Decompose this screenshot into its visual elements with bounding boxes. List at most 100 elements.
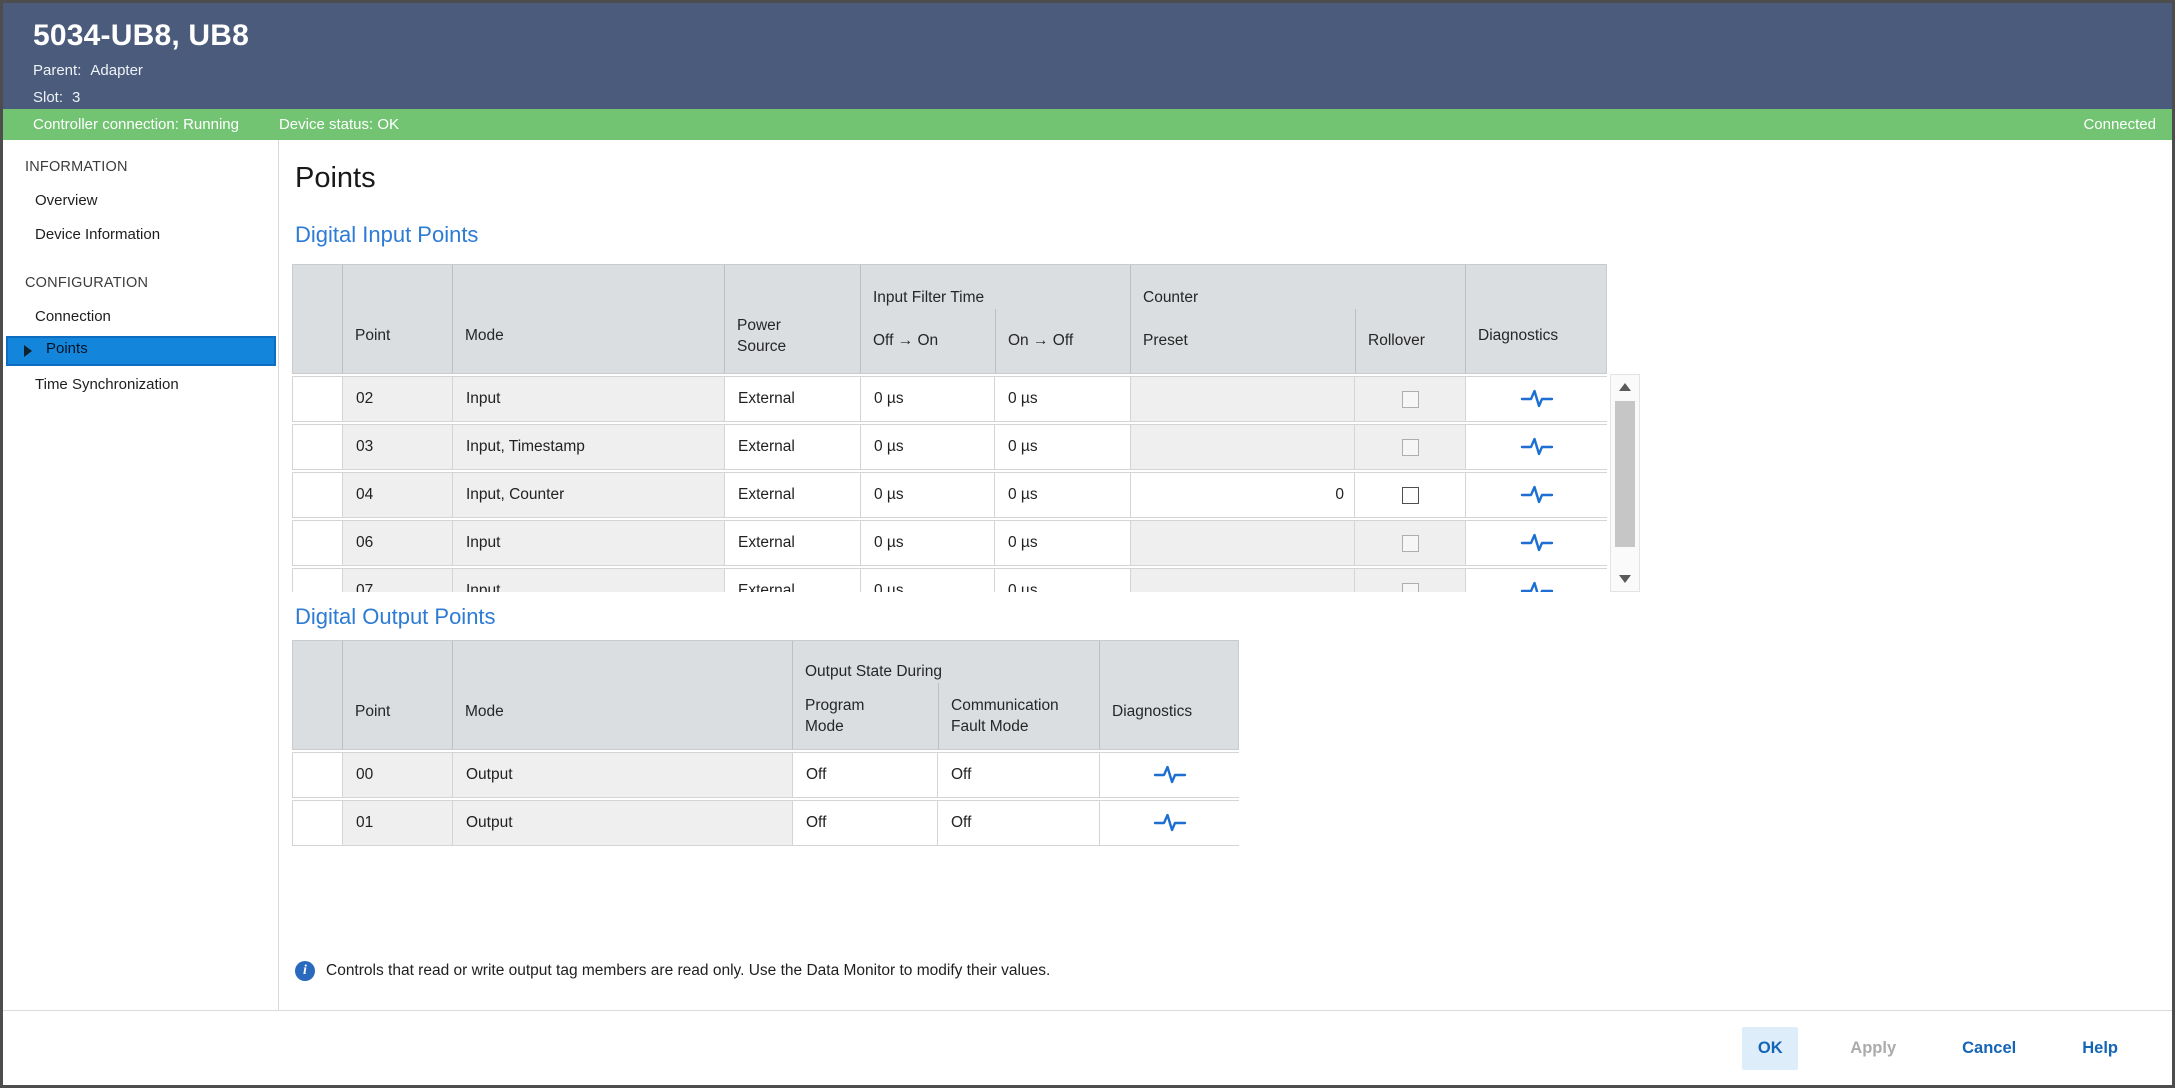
cell-diagnostics[interactable]	[1465, 377, 1607, 421]
cancel-button[interactable]: Cancel	[1948, 1027, 2030, 1070]
rollover-checkbox[interactable]	[1402, 487, 1419, 504]
input-row-02: 02InputExternal0 µs0 µs	[292, 376, 1607, 422]
page-title: Points	[295, 158, 2172, 198]
output-header-program-mode: Program Mode	[793, 683, 938, 749]
cell-preset	[1130, 377, 1354, 421]
input-header-rollover: Rollover	[1355, 309, 1466, 373]
parent-line: Parent: Adapter	[33, 59, 2172, 82]
cell-filter-off-on[interactable]: 0 µs	[860, 521, 994, 565]
info-icon: i	[295, 961, 315, 981]
diagnostics-pulse-icon[interactable]	[1520, 531, 1554, 555]
cell-power-source[interactable]: External	[724, 425, 860, 469]
cell-mode: Input, Timestamp	[452, 425, 724, 469]
input-header-diagnostics: Diagnostics	[1466, 265, 1608, 373]
input-table-scrollbar[interactable]	[1610, 374, 1640, 592]
cell-power-source[interactable]: External	[724, 521, 860, 565]
diagnostics-pulse-icon[interactable]	[1520, 579, 1554, 592]
cell-filter-on-off[interactable]: 0 µs	[994, 521, 1130, 565]
cell-preset[interactable]: 0	[1130, 473, 1354, 517]
cell-comm-fault-mode[interactable]: Off	[937, 801, 1099, 845]
help-button[interactable]: Help	[2068, 1027, 2132, 1070]
input-table-header: Point Mode Power Source Input Filter Tim…	[292, 264, 1607, 374]
cell-power-source[interactable]: External	[724, 473, 860, 517]
diagnostics-pulse-icon[interactable]	[1153, 811, 1187, 835]
note-text: Controls that read or write output tag m…	[326, 962, 1050, 980]
scroll-down-icon	[1619, 575, 1631, 583]
cell-diagnostics[interactable]	[1099, 753, 1239, 797]
slot-line: Slot:3	[33, 86, 2172, 109]
cell-diagnostics[interactable]	[1099, 801, 1239, 845]
cell-diagnostics[interactable]	[1465, 521, 1607, 565]
parent-label: Parent:	[33, 62, 81, 79]
cell-point: 04	[342, 473, 452, 517]
connection-state-badge: Connected	[2083, 116, 2156, 133]
cell-filter-off-on[interactable]: 0 µs	[860, 377, 994, 421]
rollover-checkbox	[1402, 535, 1419, 552]
diagnostics-pulse-icon[interactable]	[1520, 387, 1554, 411]
ok-button[interactable]: OK	[1742, 1027, 1798, 1070]
sidebar-item-device-information[interactable]: Device Information	[3, 218, 278, 252]
output-row-01: 01OutputOffOff	[292, 800, 1239, 846]
input-header-off-on: Off → On	[861, 309, 995, 373]
row-selector[interactable]	[293, 801, 342, 845]
digital-output-points-heading: Digital Output Points	[295, 602, 2172, 632]
controller-connection-status: Controller connection: Running	[33, 116, 239, 133]
scrollbar-down-button[interactable]	[1611, 567, 1639, 591]
cell-diagnostics[interactable]	[1465, 473, 1607, 517]
output-row-00: 00OutputOffOff	[292, 752, 1239, 798]
row-selector[interactable]	[293, 377, 342, 421]
sidebar-section-information: INFORMATION	[25, 156, 278, 178]
cell-rollover[interactable]	[1354, 473, 1465, 517]
cell-mode: Input, Counter	[452, 473, 724, 517]
scrollbar-thumb[interactable]	[1615, 401, 1635, 547]
cell-program-mode[interactable]: Off	[792, 801, 937, 845]
cell-program-mode[interactable]: Off	[792, 753, 937, 797]
cell-filter-off-on[interactable]: 0 µs	[860, 425, 994, 469]
scrollbar-up-button[interactable]	[1611, 375, 1639, 399]
row-selector[interactable]	[293, 753, 342, 797]
row-selector[interactable]	[293, 425, 342, 469]
output-table-header: Point Mode Output State During Program M…	[292, 640, 1239, 750]
cell-diagnostics[interactable]	[1465, 569, 1607, 592]
input-row-03: 03Input, TimestampExternal0 µs0 µs	[292, 424, 1607, 470]
cell-filter-off-on[interactable]: 0 µs	[860, 473, 994, 517]
row-selector[interactable]	[293, 569, 342, 592]
diagnostics-pulse-icon[interactable]	[1520, 435, 1554, 459]
cell-filter-on-off[interactable]: 0 µs	[994, 473, 1130, 517]
diagnostics-pulse-icon[interactable]	[1153, 763, 1187, 787]
read-only-note: i Controls that read or write output tag…	[295, 961, 1050, 981]
cell-mode: Input	[452, 377, 724, 421]
sidebar-item-overview[interactable]: Overview	[3, 184, 278, 218]
sidebar-item-points-label: Points	[46, 340, 88, 357]
sidebar-item-time-synchronization[interactable]: Time Synchronization	[3, 368, 278, 402]
cell-comm-fault-mode[interactable]: Off	[937, 753, 1099, 797]
parent-value: Adapter	[90, 62, 143, 79]
digital-input-points-heading: Digital Input Points	[295, 220, 2172, 250]
cell-rollover	[1354, 377, 1465, 421]
cell-point: 07	[342, 569, 452, 592]
connection-status-bar: Controller connection: Running Device st…	[3, 109, 2172, 140]
title-bar: 5034-UB8, UB8 Parent:Adapter Slot:3	[3, 3, 2172, 109]
cell-mode: Output	[452, 753, 792, 797]
cell-diagnostics[interactable]	[1465, 425, 1607, 469]
cell-power-source[interactable]: External	[724, 377, 860, 421]
cell-filter-on-off[interactable]: 0 µs	[994, 377, 1130, 421]
app-body: INFORMATION Overview Device Information …	[3, 140, 2172, 1085]
output-header-comm-fault-mode: Communication Fault Mode	[938, 683, 1100, 749]
rollover-checkbox	[1402, 439, 1419, 456]
row-selector[interactable]	[293, 521, 342, 565]
dialog-button-bar: OK Apply Cancel Help	[3, 1010, 2172, 1085]
cell-power-source[interactable]: External	[724, 569, 860, 592]
diagnostics-pulse-icon[interactable]	[1520, 483, 1554, 507]
row-selector[interactable]	[293, 473, 342, 517]
sidebar-item-points[interactable]: Points	[6, 336, 276, 366]
input-header-group-filter-time: Input Filter Time	[861, 265, 1131, 309]
device-status: Device status: OK	[279, 116, 399, 133]
cell-point: 00	[342, 753, 452, 797]
cell-filter-on-off[interactable]: 0 µs	[994, 569, 1130, 592]
cell-filter-on-off[interactable]: 0 µs	[994, 425, 1130, 469]
rollover-checkbox	[1402, 391, 1419, 408]
cell-preset	[1130, 521, 1354, 565]
cell-filter-off-on[interactable]: 0 µs	[860, 569, 994, 592]
sidebar-item-connection[interactable]: Connection	[3, 300, 278, 334]
